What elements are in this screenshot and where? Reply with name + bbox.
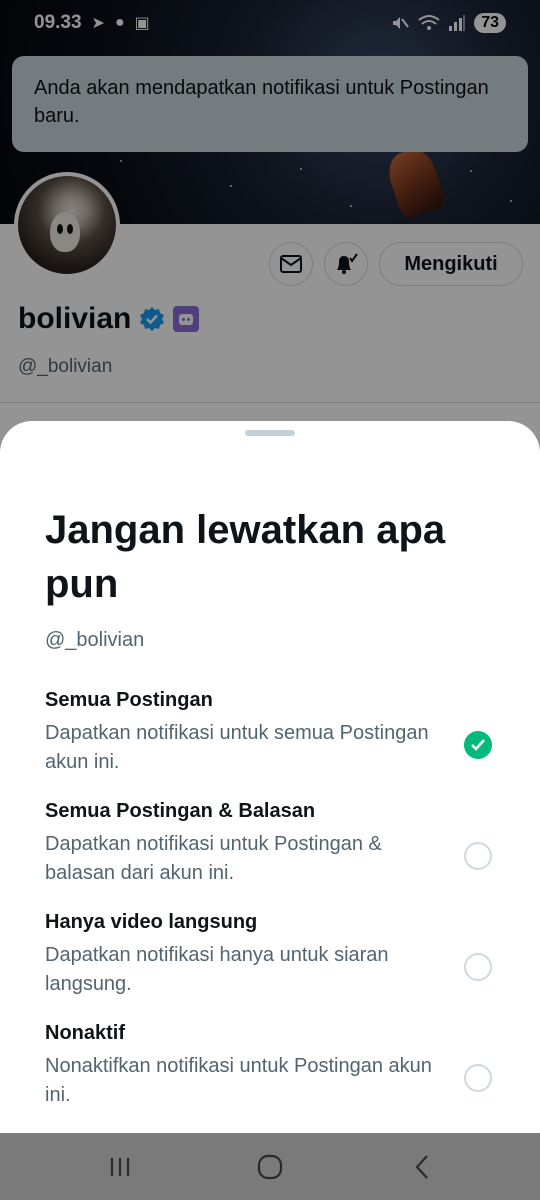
radio-live-video-only[interactable]	[464, 953, 492, 981]
home-icon	[257, 1154, 283, 1180]
recent-apps-icon	[110, 1158, 130, 1176]
radio-off[interactable]	[464, 1064, 492, 1092]
system-navigation-bar	[0, 1133, 540, 1200]
option-all-posts[interactable]: Semua Postingan Dapatkan notifikasi untu…	[45, 689, 515, 789]
option-posts-and-replies[interactable]: Semua Postingan & Balasan Dapatkan notif…	[45, 800, 515, 900]
sheet-title: Jangan lewatkan apa pun	[45, 508, 446, 606]
back-button[interactable]	[402, 1151, 442, 1183]
check-icon	[471, 739, 485, 751]
option-title: Semua Postingan & Balasan	[45, 800, 316, 822]
radio-posts-and-replies[interactable]	[464, 842, 492, 870]
option-off[interactable]: Nonaktif Nonaktifkan notifikasi untuk Po…	[45, 1022, 515, 1122]
home-button[interactable]	[250, 1151, 290, 1183]
option-description: Dapatkan notifikasi untuk semua Postinga…	[45, 722, 429, 773]
sheet-handle: @_bolivian	[45, 629, 145, 651]
back-chevron-icon	[415, 1155, 428, 1179]
option-title: Hanya video langsung	[45, 911, 258, 933]
option-description: Nonaktifkan notifikasi untuk Postingan a…	[45, 1055, 432, 1106]
option-description: Dapatkan notifikasi untuk Postingan & ba…	[45, 833, 382, 884]
notification-settings-sheet: Jangan lewatkan apa pun @_bolivian Semua…	[0, 421, 540, 1133]
option-live-video-only[interactable]: Hanya video langsung Dapatkan notifikasi…	[45, 911, 515, 1011]
option-title: Nonaktif	[45, 1022, 125, 1044]
radio-all-posts[interactable]	[464, 731, 492, 759]
recent-apps-button[interactable]	[100, 1151, 140, 1183]
option-description: Dapatkan notifikasi hanya untuk siaran l…	[45, 944, 389, 995]
option-title: Semua Postingan	[45, 689, 213, 711]
sheet-grabber[interactable]	[245, 430, 295, 436]
